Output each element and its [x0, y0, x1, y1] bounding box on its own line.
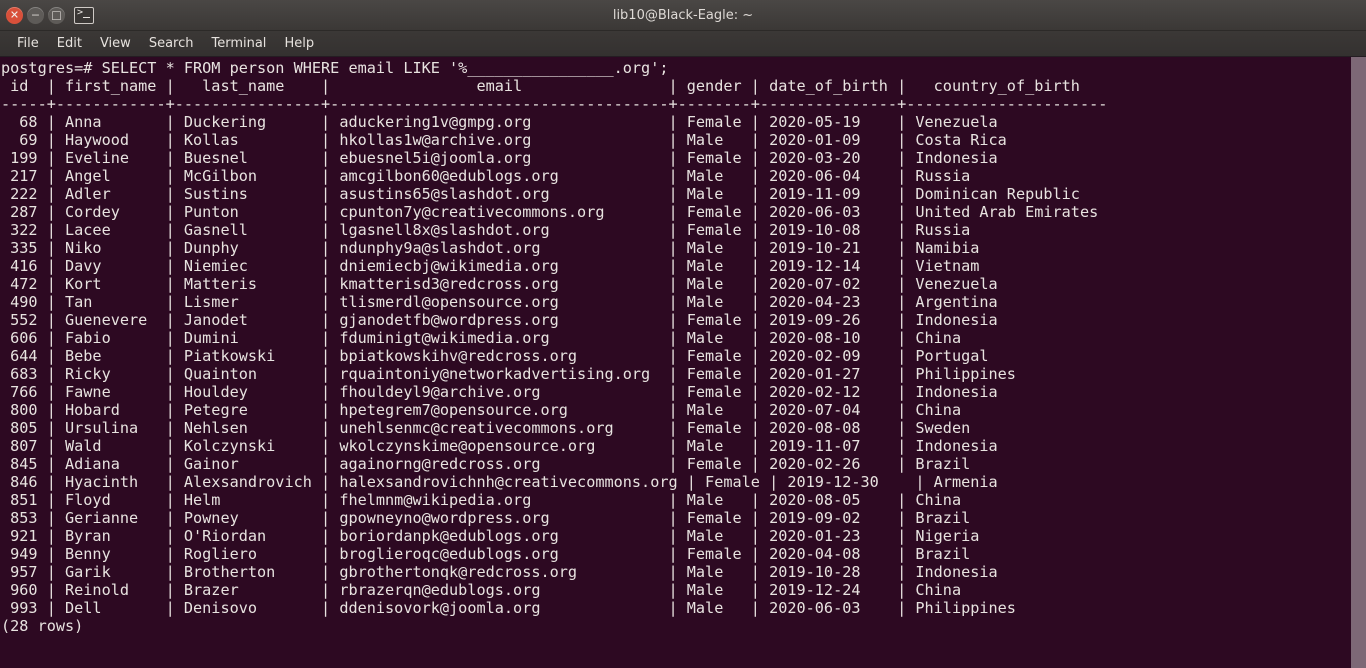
table-row: 472 | Kort | Matteris | kmatterisd3@redc…: [1, 275, 998, 293]
table-row: 957 | Garik | Brotherton | gbrothertonqk…: [1, 563, 998, 581]
table-row: 683 | Ricky | Quainton | rquaintoniy@net…: [1, 365, 1016, 383]
row-count-line: (28 rows): [1, 617, 84, 635]
table-row: 766 | Fawne | Houldey | fhouldeyl9@archi…: [1, 383, 998, 401]
table-row: 853 | Gerianne | Powney | gpowneyno@word…: [1, 509, 971, 527]
table-row: 416 | Davy | Niemiec | dniemiecbj@wikime…: [1, 257, 980, 275]
menu-item-terminal[interactable]: Terminal: [202, 34, 275, 54]
minimize-window-button[interactable]: −: [27, 6, 44, 24]
table-row: 805 | Ursulina | Nehlsen | unehlsenmc@cr…: [1, 419, 971, 437]
table-row: 222 | Adler | Sustins | asustins65@slash…: [1, 185, 1080, 203]
table-row: 993 | Dell | Denisovo | ddenisovork@joom…: [1, 599, 1016, 617]
prompt-line: postgres=# SELECT * FROM person WHERE em…: [1, 59, 669, 77]
scrollbar-thumb[interactable]: [1351, 57, 1366, 668]
table-row: 217 | Angel | McGilbon | amcgilbon60@edu…: [1, 167, 971, 185]
table-row: 949 | Benny | Rogliero | broglieroqc@edu…: [1, 545, 971, 563]
menu-item-help[interactable]: Help: [275, 34, 323, 54]
menu-item-search[interactable]: Search: [140, 34, 203, 54]
terminal-icon: [74, 6, 94, 24]
table-row: 846 | Hyacinth | Alexsandrovich | halexs…: [1, 473, 998, 491]
title-bar[interactable]: ✕ − □ lib10@Black-Eagle: ~: [0, 0, 1366, 31]
table-row: 960 | Reinold | Brazer | rbrazerqn@edubl…: [1, 581, 962, 599]
maximize-icon: □: [51, 8, 62, 21]
close-window-button[interactable]: ✕: [6, 6, 23, 24]
menu-item-edit[interactable]: Edit: [48, 34, 91, 54]
terminal-body[interactable]: postgres=# SELECT * FROM person WHERE em…: [0, 57, 1366, 668]
table-row: 606 | Fabio | Dumini | fduminigt@wikimed…: [1, 329, 962, 347]
table-row: 845 | Adiana | Gainor | againorng@redcro…: [1, 455, 971, 473]
table-row: 921 | Byran | O'Riordan | boriordanpk@ed…: [1, 527, 980, 545]
window-controls: ✕ − □: [0, 6, 94, 24]
menu-item-file[interactable]: File: [8, 34, 48, 54]
terminal-scrollbar[interactable]: [1351, 57, 1366, 668]
table-row: 644 | Bebe | Piatkowski | bpiatkowskihv@…: [1, 347, 989, 365]
table-header-row: id | first_name | last_name | email | ge…: [1, 77, 1080, 95]
table-row: 552 | Guenevere | Janodet | gjanodetfb@w…: [1, 311, 998, 329]
table-row: 851 | Floyd | Helm | fhelmnm@wikipedia.o…: [1, 491, 962, 509]
table-row: 287 | Cordey | Punton | cpunton7y@creati…: [1, 203, 1099, 221]
table-row: 68 | Anna | Duckering | aduckering1v@gmp…: [1, 113, 998, 131]
table-row: 490 | Tan | Lismer | tlismerdl@opensourc…: [1, 293, 998, 311]
window-title: lib10@Black-Eagle: ~: [612, 7, 754, 23]
table-row: 807 | Wald | Kolczynski | wkolczynskime@…: [1, 437, 998, 455]
maximize-window-button[interactable]: □: [48, 6, 65, 24]
menu-bar: File Edit View Search Terminal Help: [0, 31, 1366, 57]
table-row: 322 | Lacee | Gasnell | lgasnell8x@slash…: [1, 221, 971, 239]
table-row: 69 | Haywood | Kollas | hkollas1w@archiv…: [1, 131, 1007, 149]
table-row: 335 | Niko | Dunphy | ndunphy9a@slashdot…: [1, 239, 980, 257]
minimize-icon: −: [30, 8, 41, 21]
menu-item-view[interactable]: View: [91, 34, 140, 54]
table-row: 199 | Eveline | Buesnel | ebuesnel5i@joo…: [1, 149, 998, 167]
terminal-output: postgres=# SELECT * FROM person WHERE em…: [0, 57, 1366, 635]
table-separator-row: -----+------------+----------------+----…: [1, 95, 1108, 113]
table-row: 800 | Hobard | Petegre | hpetegrem7@open…: [1, 401, 962, 419]
close-icon: ✕: [9, 8, 20, 21]
